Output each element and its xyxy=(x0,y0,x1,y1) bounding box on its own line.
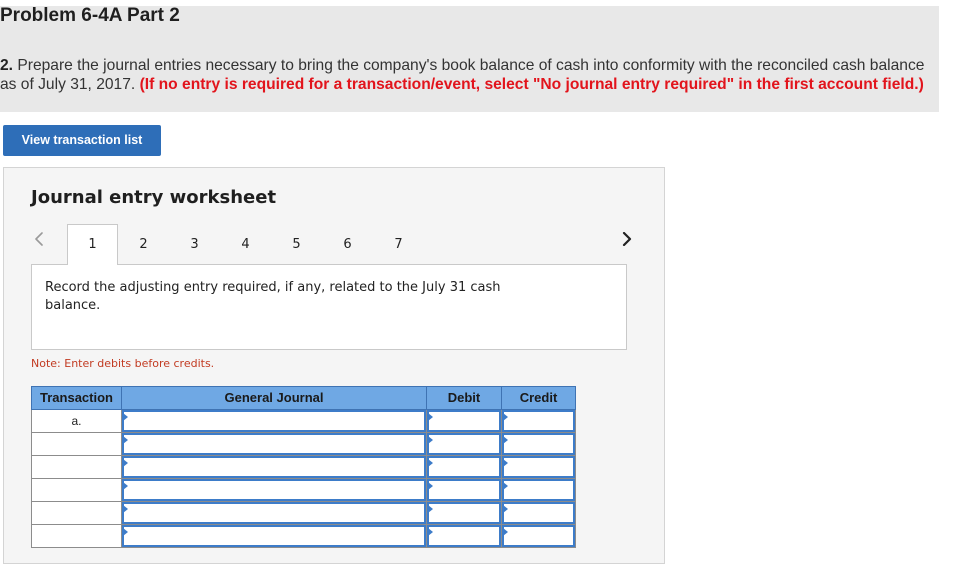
triangle-marker-icon xyxy=(503,413,508,421)
debit-field[interactable] xyxy=(427,433,501,455)
general-journal-cell xyxy=(122,479,427,502)
credit-cell xyxy=(502,479,576,502)
tab-6[interactable]: 6 xyxy=(322,224,373,265)
triangle-marker-icon xyxy=(123,482,128,490)
triangle-marker-icon xyxy=(123,459,128,467)
credit-cell xyxy=(502,433,576,456)
tab-2[interactable]: 2 xyxy=(118,224,169,265)
chevron-right-icon xyxy=(622,232,632,246)
triangle-marker-icon xyxy=(503,459,508,467)
view-transaction-list-button[interactable]: View transaction list xyxy=(3,125,161,156)
entry-prompt: Record the adjusting entry required, if … xyxy=(45,280,501,313)
general-journal-cell xyxy=(122,456,427,479)
transaction-cell xyxy=(31,502,122,525)
previous-tab-button[interactable] xyxy=(33,232,45,246)
triangle-marker-icon xyxy=(503,505,508,513)
general-journal-account-field[interactable] xyxy=(122,479,426,501)
transaction-cell xyxy=(31,525,122,548)
chevron-left-icon xyxy=(35,232,43,246)
triangle-marker-icon xyxy=(428,436,433,444)
triangle-marker-icon xyxy=(503,528,508,536)
credit-field[interactable] xyxy=(502,479,575,501)
credit-field[interactable] xyxy=(502,410,575,432)
journal-table: Transaction General Journal Debit Credit… xyxy=(31,386,576,548)
column-header-transaction: Transaction xyxy=(31,386,122,410)
worksheet-tabs: 1 2 3 4 5 6 7 xyxy=(67,224,424,265)
debit-cell xyxy=(427,525,502,548)
general-journal-account-field[interactable] xyxy=(122,456,426,478)
column-header-credit: Credit xyxy=(502,386,576,410)
next-tab-button[interactable] xyxy=(621,232,633,246)
credit-cell xyxy=(502,410,576,433)
column-header-general-journal: General Journal xyxy=(122,386,427,410)
debit-cell xyxy=(427,502,502,525)
triangle-marker-icon xyxy=(428,505,433,513)
general-journal-account-field[interactable] xyxy=(122,433,426,455)
triangle-marker-icon xyxy=(428,482,433,490)
question-instruction: (If no entry is required for a transacti… xyxy=(139,75,924,93)
general-journal-cell xyxy=(122,410,427,433)
triangle-marker-icon xyxy=(428,528,433,536)
worksheet-heading: Journal entry worksheet xyxy=(31,187,277,208)
transaction-cell xyxy=(31,433,122,456)
credit-field[interactable] xyxy=(502,502,575,524)
tab-1[interactable]: 1 xyxy=(67,224,118,265)
general-journal-cell xyxy=(122,433,427,456)
tab-content-box: Record the adjusting entry required, if … xyxy=(31,264,627,350)
journal-entry-worksheet: Journal entry worksheet 1 2 3 4 5 6 7 Re… xyxy=(3,167,665,564)
debit-cell xyxy=(427,433,502,456)
tab-5[interactable]: 5 xyxy=(271,224,322,265)
transaction-cell xyxy=(31,479,122,502)
question-text: 2. Prepare the journal entries necessary… xyxy=(0,57,935,94)
credit-cell xyxy=(502,456,576,479)
column-header-debit: Debit xyxy=(427,386,502,410)
transaction-cell xyxy=(31,456,122,479)
triangle-marker-icon xyxy=(123,528,128,536)
triangle-marker-icon xyxy=(503,482,508,490)
credit-field[interactable] xyxy=(502,433,575,455)
general-journal-account-field[interactable] xyxy=(122,502,426,524)
triangle-marker-icon xyxy=(428,413,433,421)
triangle-marker-icon xyxy=(503,436,508,444)
page-title: Problem 6-4A Part 2 xyxy=(0,5,180,26)
debit-cell xyxy=(427,456,502,479)
general-journal-cell xyxy=(122,502,427,525)
credit-field[interactable] xyxy=(502,456,575,478)
general-journal-account-field[interactable] xyxy=(122,525,426,547)
question-number: 2. xyxy=(0,57,14,74)
credit-cell xyxy=(502,525,576,548)
transaction-cell: a. xyxy=(31,410,122,433)
general-journal-account-field[interactable] xyxy=(122,410,426,432)
debit-cell xyxy=(427,410,502,433)
credit-field[interactable] xyxy=(502,525,575,547)
debit-field[interactable] xyxy=(427,479,501,501)
debit-field[interactable] xyxy=(427,456,501,478)
debit-field[interactable] xyxy=(427,410,501,432)
general-journal-cell xyxy=(122,525,427,548)
debits-note: Note: Enter debits before credits. xyxy=(31,357,215,370)
tab-4[interactable]: 4 xyxy=(220,224,271,265)
tab-3[interactable]: 3 xyxy=(169,224,220,265)
debit-cell xyxy=(427,479,502,502)
question-header: Problem 6-4A Part 2 2. Prepare the journ… xyxy=(0,5,939,112)
debit-field[interactable] xyxy=(427,502,501,524)
triangle-marker-icon xyxy=(428,459,433,467)
debit-field[interactable] xyxy=(427,525,501,547)
tab-7[interactable]: 7 xyxy=(373,224,424,265)
triangle-marker-icon xyxy=(123,505,128,513)
triangle-marker-icon xyxy=(123,436,128,444)
credit-cell xyxy=(502,502,576,525)
triangle-marker-icon xyxy=(123,413,128,421)
